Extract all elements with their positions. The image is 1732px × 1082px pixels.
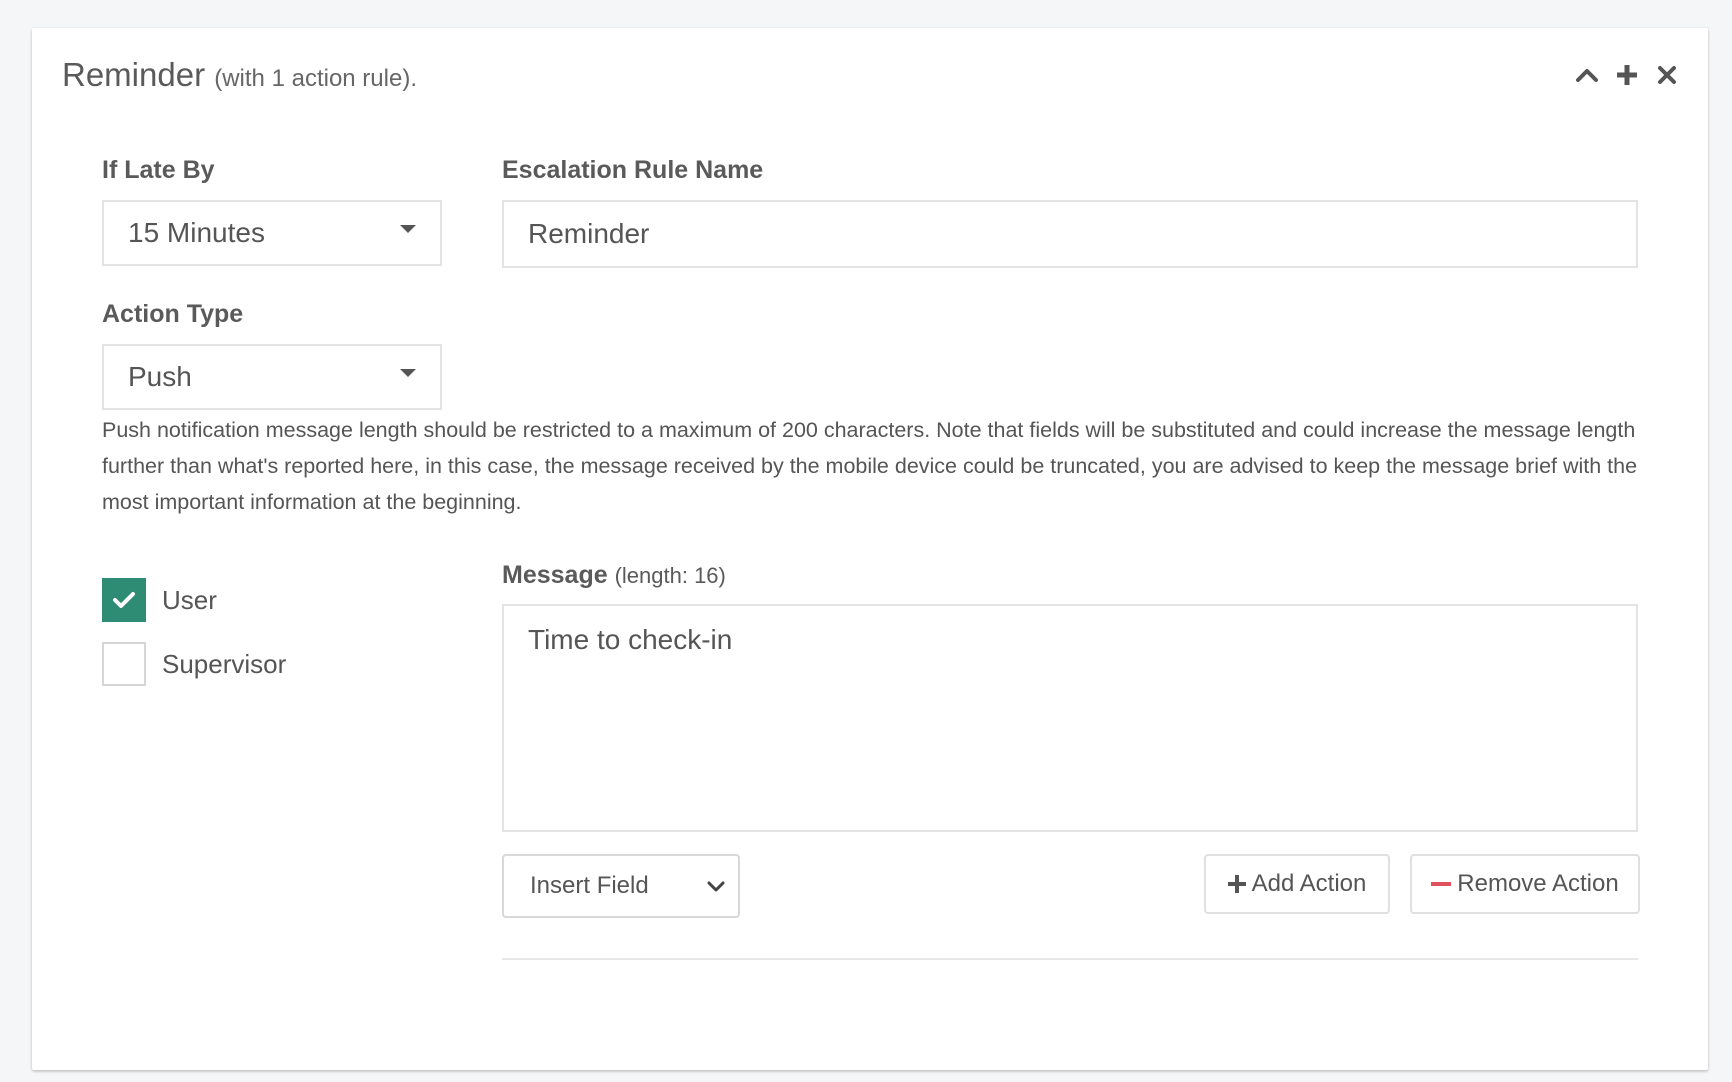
- remove-action-label: Remove Action: [1457, 870, 1619, 897]
- add-action-button[interactable]: Add Action: [1204, 854, 1390, 914]
- insert-field-label: Insert Field: [530, 872, 649, 899]
- late-by-label: If Late By: [102, 156, 215, 184]
- recipient-user-label: User: [162, 584, 217, 615]
- recipient-user-checkbox[interactable]: User: [102, 578, 217, 622]
- push-help-text: Push notification message length should …: [102, 418, 1638, 514]
- panel-subtitle: (with 1 action rule).: [214, 65, 417, 92]
- insert-field-select[interactable]: Insert Field: [502, 854, 740, 918]
- action-type-label: Action Type: [102, 300, 244, 328]
- action-type-value: Push: [128, 361, 192, 392]
- action-type-select[interactable]: Push: [102, 344, 442, 410]
- plus-icon: [1227, 875, 1246, 893]
- rule-name-value: Reminder: [528, 218, 650, 249]
- panel-tools: [1574, 62, 1680, 88]
- message-length: (length: 16): [614, 563, 726, 588]
- minus-icon: [1431, 875, 1452, 893]
- message-textarea[interactable]: Time to check-in: [502, 604, 1638, 832]
- recipient-supervisor-label: Supervisor: [162, 648, 287, 679]
- divider: [502, 958, 1638, 960]
- message-value: Time to check-in: [528, 624, 733, 655]
- checkbox-checked[interactable]: [102, 578, 146, 622]
- escalation-rule-panel: Reminder (with 1 action rule). If Late B…: [32, 28, 1708, 1070]
- add-action-label: Add Action: [1251, 870, 1367, 897]
- plus-icon[interactable]: [1614, 62, 1640, 88]
- panel-title: Reminder (with 1 action rule).: [62, 56, 417, 94]
- message-label: Message (length: 16): [502, 561, 726, 590]
- checkbox-unchecked[interactable]: [102, 642, 146, 686]
- caret-down-icon: [400, 369, 416, 377]
- caret-down-icon: [400, 225, 416, 233]
- message-label-text: Message: [502, 561, 608, 589]
- chevron-down-icon: [706, 876, 726, 904]
- check-icon: [113, 592, 135, 608]
- recipient-supervisor-checkbox[interactable]: Supervisor: [102, 642, 286, 686]
- rule-name-input[interactable]: Reminder: [502, 200, 1638, 268]
- rule-name-label: Escalation Rule Name: [502, 156, 764, 184]
- late-by-select[interactable]: 15 Minutes: [102, 200, 442, 266]
- remove-action-button[interactable]: Remove Action: [1410, 854, 1640, 914]
- chevron-up-icon[interactable]: [1574, 62, 1600, 88]
- panel-title-text: Reminder: [62, 56, 206, 93]
- close-icon[interactable]: [1654, 62, 1680, 88]
- late-by-value: 15 Minutes: [128, 217, 265, 248]
